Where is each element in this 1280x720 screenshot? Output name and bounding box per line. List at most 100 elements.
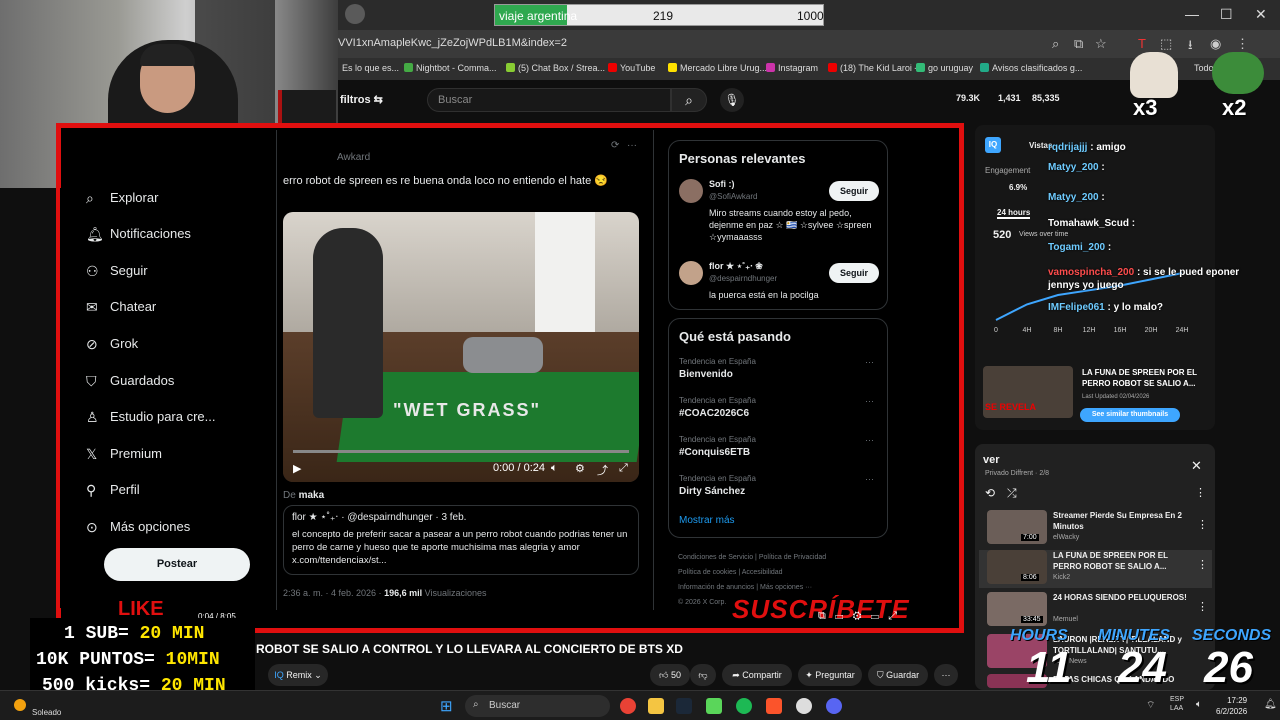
thumbnail-preview[interactable]: SE REVELA [983, 366, 1073, 418]
close-icon[interactable]: ✕ [1255, 6, 1267, 23]
search-input[interactable]: Buscar [427, 88, 671, 112]
playlist-item[interactable]: 7:00 Streamer Pierde Su Empresa En 2 Min… [987, 510, 1212, 548]
cast-icon[interactable]: ⧉ [1074, 36, 1083, 52]
show-more-link[interactable]: Mostrar más [679, 515, 735, 526]
bookmark-item[interactable]: YouTube [608, 63, 655, 73]
download-icon[interactable]: ⭳ [1188, 36, 1193, 58]
tab-favicon[interactable] [345, 4, 365, 24]
trend-item[interactable]: Dirty Sánchez [679, 486, 745, 497]
close-icon[interactable]: ✕ [1191, 458, 1202, 474]
follow-button[interactable]: Seguir [829, 263, 879, 283]
more-icon[interactable]: ··· [865, 474, 874, 484]
subtitles-icon[interactable]: ▭ [835, 610, 843, 622]
chat-username[interactable]: Tomahawk_Scud [1048, 218, 1129, 229]
volume-icon[interactable]: 🔈︎ [1196, 699, 1202, 710]
like-button[interactable]: 👍︎ 50 [650, 664, 690, 686]
more-icon[interactable]: ⋮ [1197, 600, 1208, 613]
discord-icon[interactable] [826, 698, 842, 714]
volume-icon[interactable]: 🔈︎ [551, 462, 558, 475]
person-name[interactable]: Sofi :) [709, 179, 735, 189]
miniplayer-icon[interactable]: ⧉ [818, 610, 826, 622]
shuffle-icon[interactable]: ⤮ [1007, 486, 1017, 501]
language-indicator[interactable]: ESP LAA [1170, 695, 1184, 713]
tweet-author[interactable]: Awkard [337, 152, 370, 163]
dislike-button[interactable]: 👎︎ [690, 664, 716, 686]
weather-icon[interactable] [14, 699, 26, 711]
more-icon[interactable]: ⋮ [1195, 486, 1206, 499]
play-icon[interactable]: ▶ [293, 462, 301, 475]
sidebar-item-estudio[interactable]: ♙ Estudio para cre... [86, 409, 216, 425]
windows-start-icon[interactable]: ⊞ [440, 697, 453, 715]
grok-icon[interactable]: ⟳ [611, 140, 619, 151]
sidebar-item-perfil[interactable]: ⚲ Perfil [86, 482, 140, 498]
trend-item[interactable]: #COAC2026C6 [679, 408, 749, 419]
chat-username[interactable]: Togami_200 [1048, 242, 1105, 253]
footer-link[interactable]: Condiciones de Servicio [678, 554, 753, 561]
post-button[interactable]: Postear [104, 548, 250, 581]
trend-item[interactable]: Bienvenido [679, 369, 733, 380]
tweet-video[interactable]: "WET GRASS" ▶ 0:00 / 0:24 🔈︎ ⚙ ⤴ ⤢ [283, 212, 639, 482]
spotify-icon[interactable] [736, 698, 752, 714]
bookmark-item[interactable]: Instagram [766, 63, 818, 73]
bookmark-item[interactable]: Es lo que es... [342, 63, 399, 73]
bookmark-item[interactable]: Mercado Libre Urug... [668, 63, 767, 73]
bookmark-item[interactable]: (5) Chat Box / Strea... [506, 63, 605, 73]
search-button[interactable]: ⌕ [671, 88, 707, 112]
chat-username[interactable]: IMFelipe061 [1048, 302, 1105, 313]
filters-button[interactable]: filtros ⇆ [340, 93, 383, 106]
minimize-icon[interactable]: — [1185, 6, 1199, 22]
footer-link[interactable]: Accesibilidad [742, 569, 783, 576]
remix-button[interactable]: IQ Remix ⌄ [268, 664, 328, 686]
avatar[interactable] [679, 261, 703, 285]
settings-icon[interactable]: ⚙ [853, 610, 862, 622]
fullscreen-icon[interactable]: ⤢ [888, 610, 897, 622]
ask-button[interactable]: ✦ Preguntar [798, 664, 862, 686]
more-icon[interactable]: ··· [627, 140, 637, 151]
chat-username[interactable]: rqdrijajjj [1048, 142, 1087, 153]
save-button[interactable]: ⛉ Guardar [868, 664, 928, 686]
range-tab-24h[interactable]: 24 hours [997, 208, 1031, 219]
extension-icon[interactable]: T [1138, 36, 1146, 51]
profile-avatar-icon[interactable]: ◉ [1210, 36, 1221, 52]
fullscreen-icon[interactable]: ⤢ [619, 462, 628, 475]
star-icon[interactable]: ☆ [1095, 36, 1107, 52]
folder-icon[interactable] [648, 698, 664, 714]
wifi-icon[interactable]: ⌔ [1146, 699, 1155, 712]
loop-icon[interactable]: ⟲ [985, 486, 995, 500]
minecraft-icon[interactable] [706, 698, 722, 714]
sidebar-item-chatear[interactable]: ✉ Chatear [86, 299, 156, 315]
sidebar-item-grok[interactable]: ⊘ Grok [86, 336, 138, 352]
theater-icon[interactable]: ▭ [871, 610, 879, 622]
quoted-tweet[interactable]: flor ★ ⋆˚₊‧ · @despairndhunger · 3 feb. … [283, 505, 639, 575]
more-icon[interactable]: ··· [865, 357, 874, 367]
brave-icon[interactable] [766, 698, 782, 714]
footer-link[interactable]: Política de cookies [678, 569, 736, 576]
bookmark-item[interactable]: (18) The Kid Laroi -... [828, 63, 925, 73]
obs-icon[interactable] [796, 698, 812, 714]
bookmark-item[interactable]: Avisos clasificados g... [980, 63, 1082, 73]
steam-icon[interactable] [676, 698, 692, 714]
more-icon[interactable]: ··· [865, 435, 874, 445]
notifications-icon[interactable]: 🔔︎ [1264, 699, 1277, 710]
more-icon[interactable]: ··· [865, 396, 874, 406]
chat-username[interactable]: Matyy_200 [1048, 162, 1099, 173]
share-video-icon[interactable]: ⤴ [597, 462, 608, 478]
person-name[interactable]: flor ★ ⋆˚₊‧ ❀ [709, 261, 763, 272]
mic-icon[interactable]: 🎙 [720, 88, 744, 112]
more-icon[interactable]: ⋮ [1197, 518, 1208, 531]
video-progress-bar[interactable] [293, 450, 629, 453]
clock[interactable]: 17:29 6/2/2026 [1216, 695, 1247, 717]
sidebar-item-guardados[interactable]: ⛉ Guardados [86, 373, 174, 389]
similar-thumbnails-button[interactable]: See similar thumbnails [1080, 408, 1180, 422]
taskbar-search[interactable]: ⌕ Buscar [465, 695, 610, 717]
sidebar-item-seguir[interactable]: ⚇ Seguir [86, 263, 148, 279]
chat-username[interactable]: Matyy_200 [1048, 192, 1099, 203]
menu-icon[interactable]: ⋮ [1236, 36, 1249, 52]
footer-link[interactable]: Más opciones ··· [760, 584, 812, 591]
sidebar-item-premium[interactable]: 𝕏 Premium [86, 446, 162, 462]
avatar[interactable] [679, 179, 703, 203]
more-icon[interactable]: ⋮ [1197, 558, 1208, 571]
chrome-icon[interactable] [620, 698, 636, 714]
playlist-item-current[interactable]: 8:06 LA FUNA DE SPREEN POR EL PERRO ROBO… [979, 550, 1212, 588]
bookmark-item[interactable]: Nightbot - Comma... [404, 63, 497, 73]
